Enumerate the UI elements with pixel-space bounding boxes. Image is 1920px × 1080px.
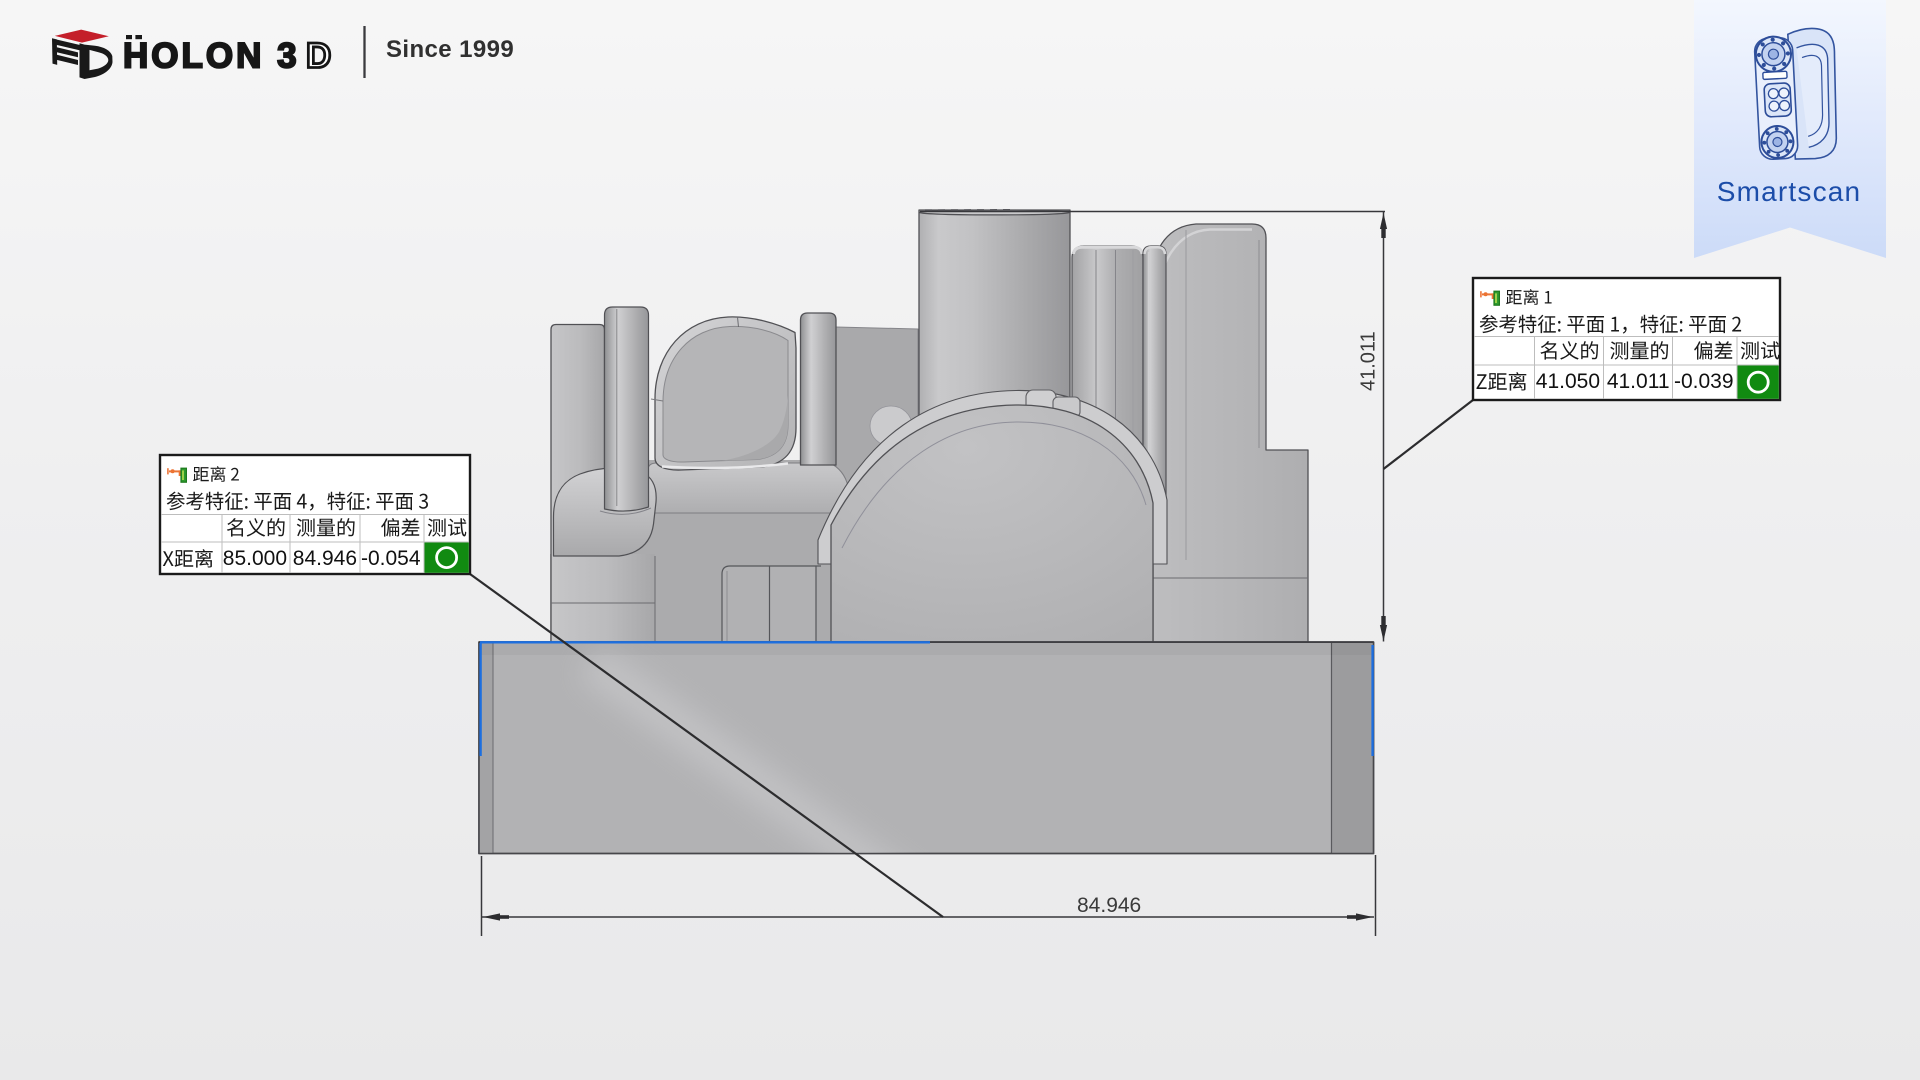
- svg-text:41.050: 41.050: [1536, 370, 1600, 393]
- svg-text:D: D: [306, 37, 331, 76]
- svg-text:84.946: 84.946: [293, 547, 357, 570]
- svg-text:41.011: 41.011: [1607, 370, 1670, 393]
- svg-text:-0.054: -0.054: [361, 547, 421, 570]
- svg-text:Smartscan: Smartscan: [1717, 176, 1862, 207]
- svg-text:41.011: 41.011: [1358, 331, 1380, 391]
- svg-text:84.946: 84.946: [1077, 894, 1141, 917]
- svg-text:85.000: 85.000: [223, 547, 287, 570]
- svg-text:Since 1999: Since 1999: [386, 36, 514, 63]
- svg-text:HOLON 3: HOLON 3: [123, 37, 300, 76]
- svg-text:-0.039: -0.039: [1674, 370, 1734, 393]
